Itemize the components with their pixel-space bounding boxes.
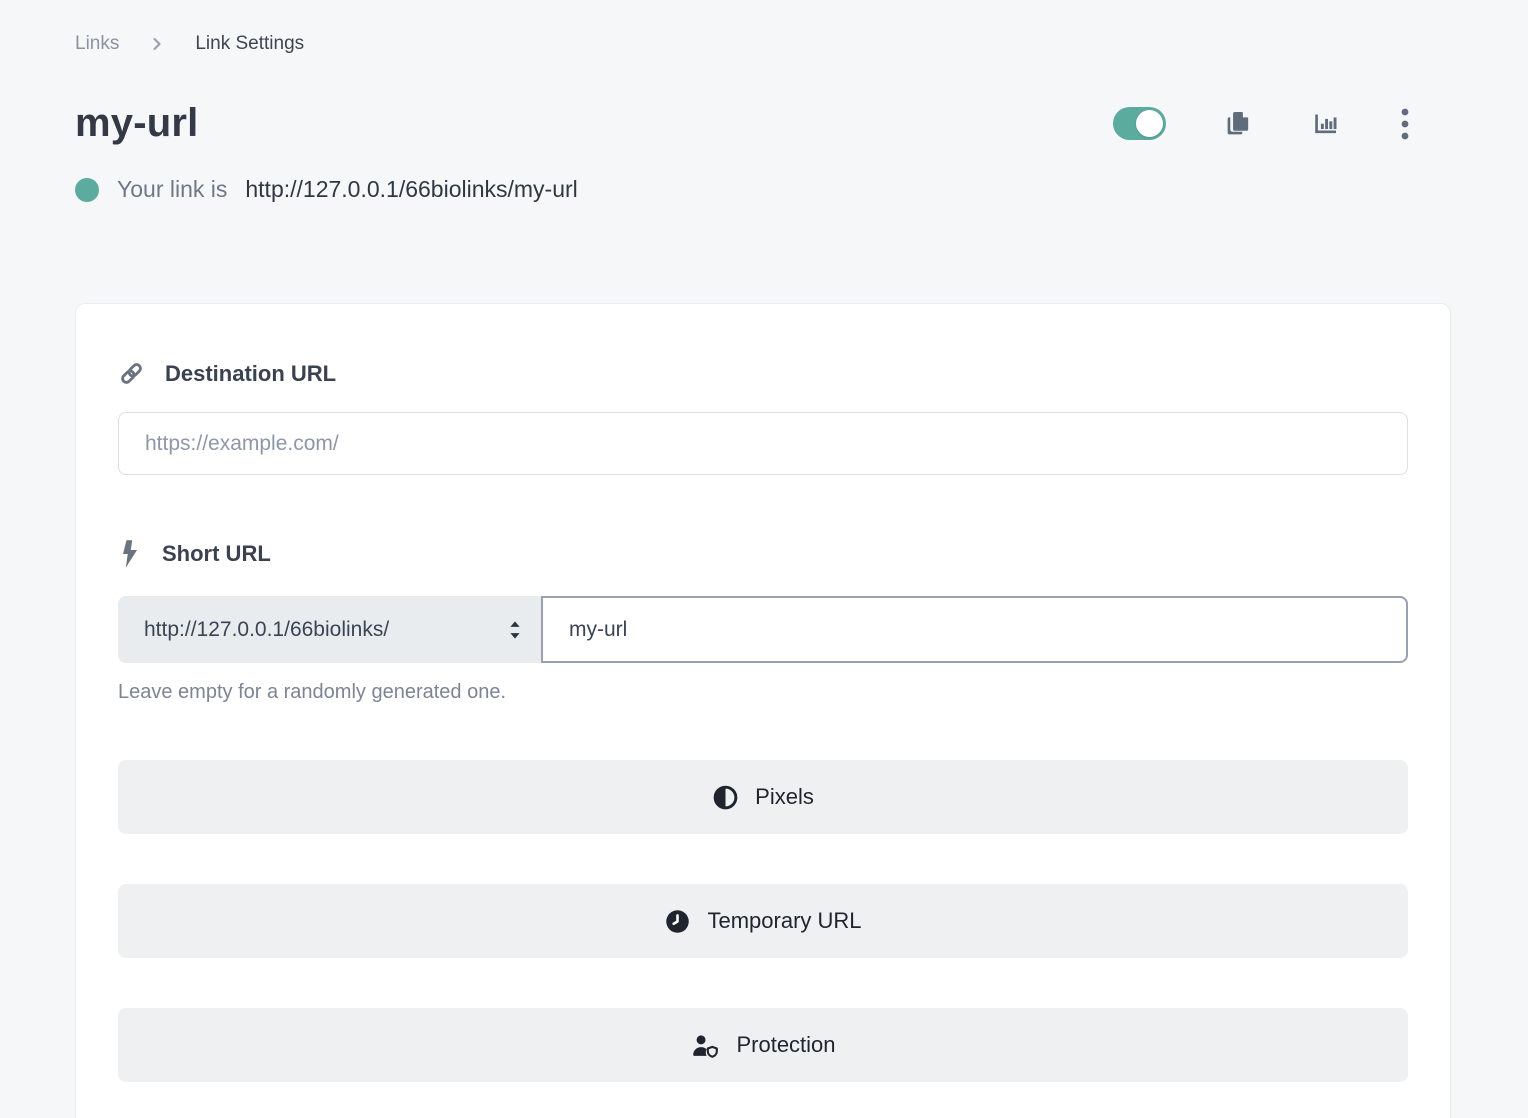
header-row: my-url bbox=[75, 101, 1451, 146]
link-enabled-toggle[interactable] bbox=[1113, 107, 1166, 140]
status-prefix: Your link is bbox=[117, 176, 227, 203]
page-title: my-url bbox=[75, 101, 198, 146]
link-settings-card: Destination URL Short URL http://127.0.0… bbox=[75, 303, 1451, 1118]
bolt-icon bbox=[118, 539, 142, 569]
link-settings-page: Links Link Settings my-url bbox=[0, 0, 1528, 1118]
status-dot-icon bbox=[75, 178, 99, 202]
link-icon bbox=[118, 360, 145, 387]
short-url-domain-select[interactable]: http://127.0.0.1/66biolinks/ bbox=[118, 596, 541, 663]
destination-url-input[interactable] bbox=[118, 412, 1408, 475]
kebab-menu-icon bbox=[1398, 107, 1412, 141]
breadcrumb: Links Link Settings bbox=[75, 33, 1451, 55]
chevron-right-icon bbox=[149, 36, 165, 52]
header-controls bbox=[1113, 107, 1412, 141]
more-options-button[interactable] bbox=[1398, 107, 1412, 141]
short-url-input-group: http://127.0.0.1/66biolinks/ bbox=[118, 596, 1408, 663]
user-shield-icon bbox=[690, 1032, 720, 1059]
toggle-knob bbox=[1136, 110, 1163, 137]
protection-button[interactable]: Protection bbox=[118, 1008, 1408, 1082]
short-url-helper-text: Leave empty for a randomly generated one… bbox=[118, 681, 1408, 704]
pixels-button-label: Pixels bbox=[755, 784, 814, 810]
destination-url-label-row: Destination URL bbox=[118, 360, 1408, 387]
copy-link-button[interactable] bbox=[1224, 109, 1253, 138]
breadcrumb-current: Link Settings bbox=[195, 33, 304, 55]
short-url-domain-option: http://127.0.0.1/66biolinks/ bbox=[144, 618, 389, 642]
protection-button-label: Protection bbox=[736, 1032, 835, 1058]
destination-url-label: Destination URL bbox=[165, 361, 336, 387]
sort-arrows-icon bbox=[506, 619, 524, 641]
short-url-label: Short URL bbox=[162, 541, 271, 567]
temporary-url-button-label: Temporary URL bbox=[707, 908, 861, 934]
status-url: http://127.0.0.1/66biolinks/my-url bbox=[245, 176, 577, 203]
copy-icon bbox=[1224, 109, 1253, 138]
pixels-button[interactable]: Pixels bbox=[118, 760, 1408, 834]
temporary-url-button[interactable]: Temporary URL bbox=[118, 884, 1408, 958]
clock-icon bbox=[664, 908, 691, 935]
short-url-input[interactable] bbox=[541, 596, 1408, 663]
breadcrumb-links[interactable]: Links bbox=[75, 33, 119, 55]
short-url-label-row: Short URL bbox=[118, 539, 1408, 569]
link-status-row: Your link is http://127.0.0.1/66biolinks… bbox=[75, 176, 1451, 203]
statistics-button[interactable] bbox=[1311, 109, 1340, 138]
statistics-icon bbox=[1311, 109, 1340, 138]
contrast-icon bbox=[712, 784, 739, 811]
